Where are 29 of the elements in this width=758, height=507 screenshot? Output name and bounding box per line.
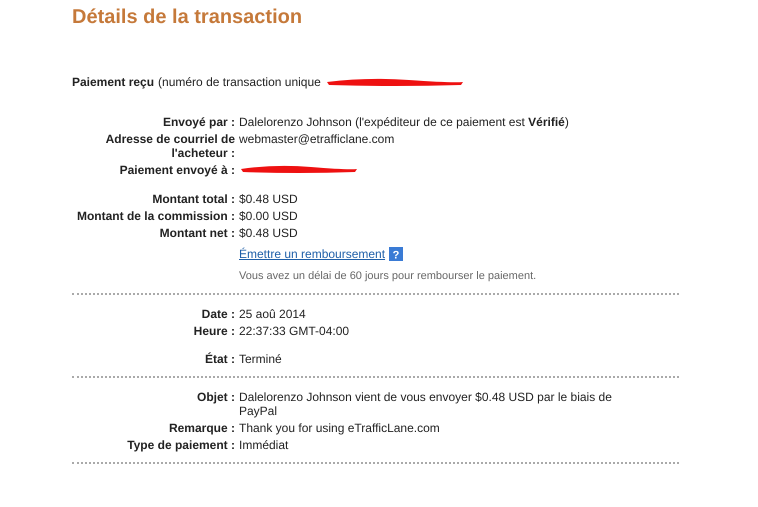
- field-label: Envoyé par :: [162, 115, 235, 129]
- field-label: Adresse de courriel de l'acheteur :: [104, 132, 235, 160]
- field-value: $0.48 USD: [239, 226, 299, 240]
- refund-link[interactable]: Émettre un remboursement: [239, 247, 386, 261]
- field-value: $0.48 USD: [239, 192, 299, 206]
- field-value: Dalelorenzo Johnson vient de vous envoyer $0.48 USD par le biais de PayPal: [239, 390, 613, 418]
- header-label: Paiement reçu: [72, 75, 154, 89]
- field-label: Montant net :: [158, 226, 235, 240]
- page-title: Détails de la transaction: [72, 6, 304, 29]
- field-label: Remarque :: [168, 421, 235, 435]
- field-label: Paiement envoyé à :: [118, 163, 235, 178]
- field-label: Heure :: [192, 324, 235, 338]
- header-text: (numéro de transaction unique: [158, 75, 321, 89]
- field-value: 25 aoû 2014: [239, 307, 307, 321]
- field-label: Montant total :: [151, 192, 235, 206]
- field-value: Thank you for using eTrafficLane.com: [239, 421, 441, 435]
- help-icon[interactable]: ?: [389, 247, 404, 261]
- field-label: État :: [204, 352, 235, 366]
- field-value: $0.00 USD: [239, 209, 299, 223]
- field-label: Montant de la commission :: [76, 209, 235, 223]
- field-label: Type de paiement :: [126, 438, 235, 452]
- field-label: Date :: [200, 307, 235, 321]
- field-value: Immédiat: [239, 438, 290, 452]
- field-value: Terminé: [239, 352, 283, 366]
- field-label: Objet :: [196, 390, 235, 406]
- field-value: 22:37:33 GMT-04:00: [239, 324, 350, 338]
- field-value: webmaster@etrafficlane.com: [239, 132, 396, 148]
- refund-note: Vous avez un délai de 60 jours pour rembourser le paiement.: [239, 269, 538, 283]
- field-value: Dalelorenzo Johnson (l'expéditeur de ce paiement est Vérifié): [239, 115, 570, 129]
